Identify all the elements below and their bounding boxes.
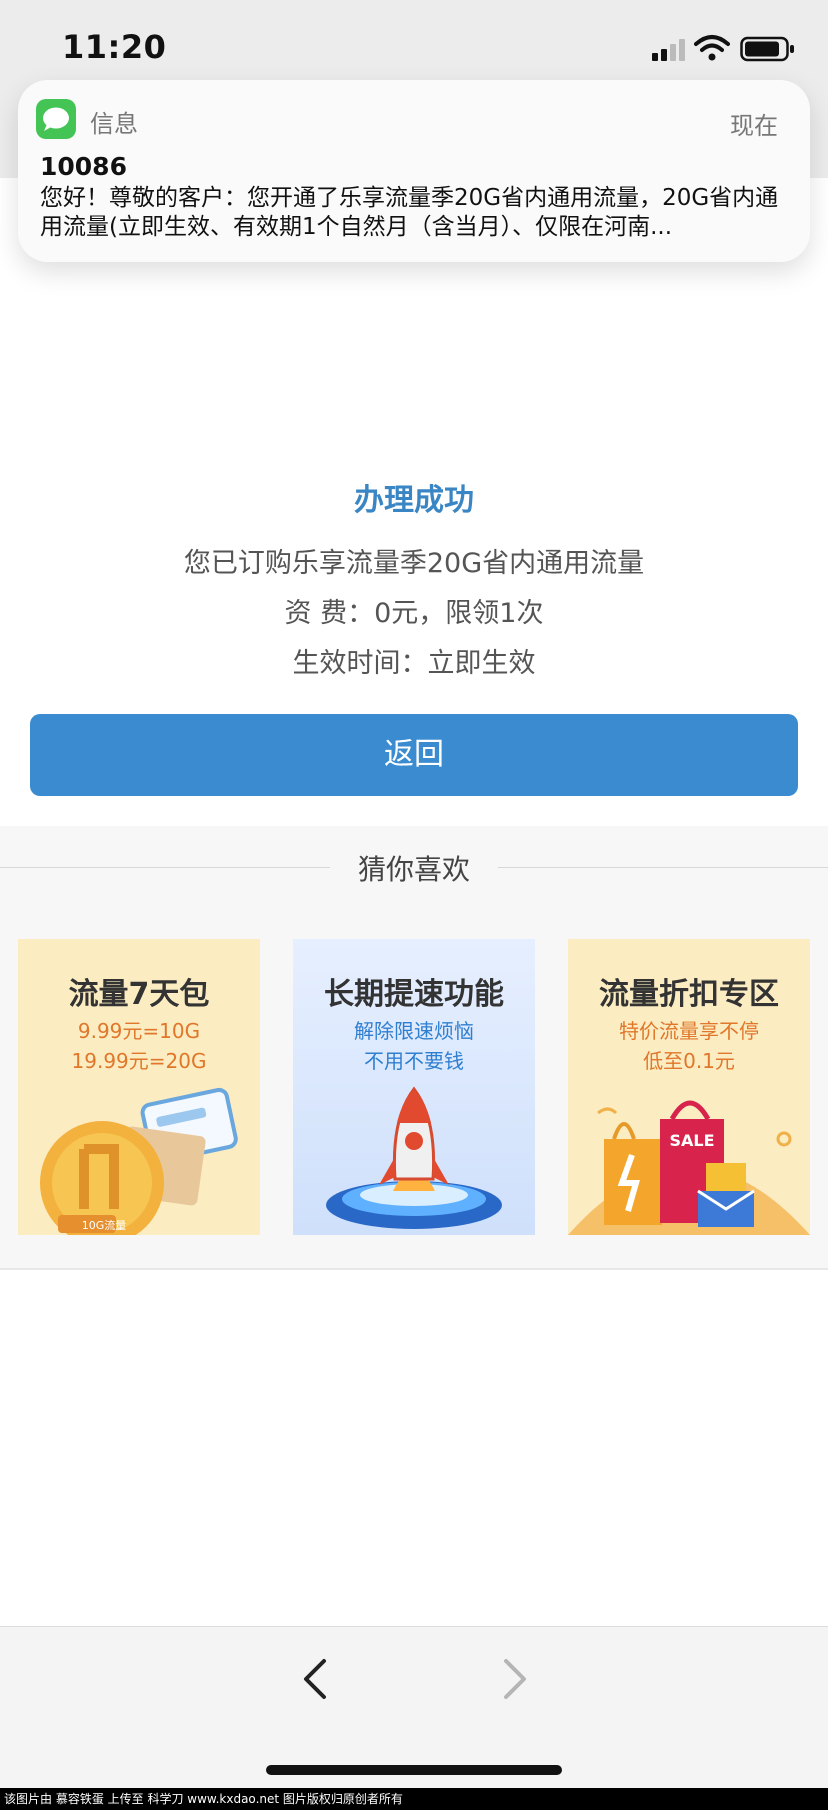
effective-time: 生效时间：立即生效: [292, 648, 536, 679]
forward-chevron-icon[interactable]: [500, 1657, 530, 1701]
notification-sender: 10086: [40, 152, 127, 181]
rocket-icon: [326, 1086, 502, 1229]
order-description: 您已订购乐享流量季20G省内通用流量: [183, 548, 645, 579]
message-notification[interactable]: 信息 现在 10086 您好！尊敬的客户：您开通了乐享流量季20G省内通用流量，…: [18, 80, 810, 262]
shopping-bags-icon: [568, 1100, 810, 1235]
home-indicator[interactable]: [266, 1765, 562, 1775]
card-long-term-speedup[interactable]: 长期提速功能 解除限速烦恼 不用不要钱: [293, 939, 535, 1235]
back-button[interactable]: 返回: [30, 714, 798, 796]
sale-label: SALE: [669, 1131, 715, 1150]
notification-time: 现在: [730, 112, 778, 140]
section-divider: [0, 1268, 828, 1270]
card-7day-data-pack[interactable]: 流量7天包 9.99元=10G 19.99元=20G 10G流量: [18, 939, 260, 1235]
fee-info: 资 费：0元，限领1次: [284, 598, 544, 629]
success-title: 办理成功: [354, 483, 474, 518]
card-data-discount-zone[interactable]: 流量折扣专区 特价流量享不停 低至0.1元 SALE: [568, 939, 810, 1235]
card-price-20g: 19.99元=20G: [71, 1049, 207, 1073]
card-title: 长期提速功能: [324, 977, 504, 1012]
recommendation-title: 猜你喜欢: [357, 853, 470, 886]
coin-label: 10G流量: [81, 1219, 127, 1232]
cellular-signal-icon: [652, 39, 685, 61]
card-title: 流量折扣专区: [599, 977, 779, 1012]
card-subtitle-2: 低至0.1元: [643, 1049, 735, 1073]
notification-app-name: 信息: [90, 110, 138, 138]
status-time: 11:20: [62, 28, 167, 66]
card-title: 流量7天包: [68, 977, 210, 1012]
watermark-footer: 该图片由 慕容铁蛋 上传至 科学刀 www.kxdao.net 图片版权归原创者…: [0, 1788, 828, 1810]
wifi-icon: [694, 35, 730, 61]
recommendation-section: 猜你喜欢 流量7天包 9.99元=10G 19.99元=20G 10G流量 长期…: [0, 826, 828, 1268]
battery-icon: [740, 36, 794, 62]
card-subtitle-2: 不用不要钱: [364, 1049, 464, 1073]
browser-toolbar: [0, 1626, 828, 1789]
card-price-10g: 9.99元=10G: [77, 1019, 201, 1043]
card-subtitle: 解除限速烦恼: [354, 1019, 474, 1043]
messages-app-icon: [36, 99, 76, 139]
back-chevron-icon[interactable]: [300, 1657, 330, 1701]
notification-body: 您好！尊敬的客户：您开通了乐享流量季20G省内通用流量，20G省内通用流量(立即…: [40, 185, 779, 240]
coin-ticket-icon: [40, 1087, 238, 1235]
card-subtitle: 特价流量享不停: [619, 1019, 759, 1043]
